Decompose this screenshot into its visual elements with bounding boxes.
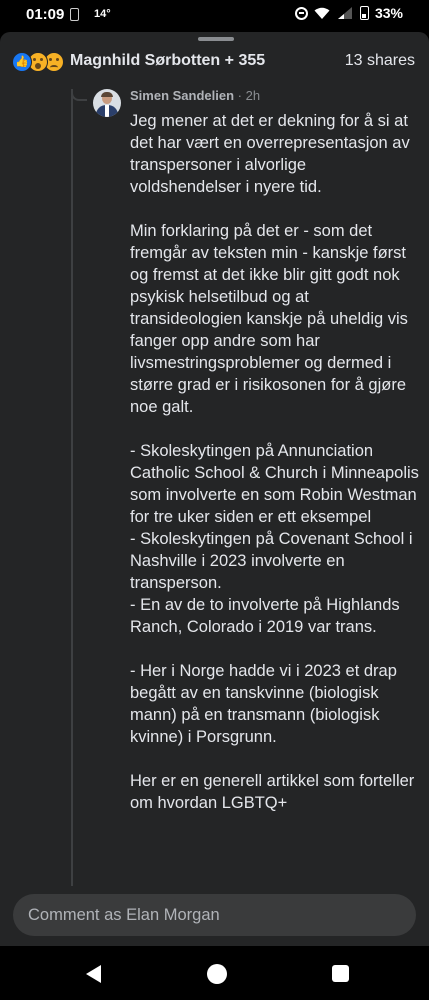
comment-header: Simen Sandelien · 2h: [130, 88, 260, 103]
battery-icon: [359, 6, 369, 20]
avatar-hair: [101, 92, 113, 97]
comments-sheet: 👍 Magnhild Sørbotten + 355 13 shares Sim…: [0, 32, 429, 946]
reaction-icons: 👍: [12, 51, 70, 72]
home-icon[interactable]: [207, 964, 227, 984]
comment-composer: [0, 886, 429, 946]
comment-input[interactable]: [13, 894, 416, 936]
comment-paragraph: Her er en generell artikkel som fortelle…: [130, 772, 415, 812]
avatar[interactable]: [93, 89, 121, 117]
list-item: - Skoleskytingen på Covenant School i Na…: [130, 530, 413, 592]
comment-paragraph: - Her i Norge hadde vi i 2023 et drap be…: [130, 662, 397, 746]
separator-dot: ·: [237, 88, 243, 103]
comment-time: 2h: [245, 88, 261, 103]
comment-list: - Skoleskytingen på Annunciation Catholi…: [130, 440, 420, 638]
comment-paragraph: Jeg mener at det er dekning for å si at …: [130, 112, 410, 196]
status-bar: 01:09 14° 33%: [0, 0, 429, 30]
recents-icon[interactable]: [332, 965, 349, 982]
list-item: - Skoleskytingen på Annunciation Catholi…: [130, 442, 419, 526]
reactors-label[interactable]: Magnhild Sørbotten + 355: [70, 52, 265, 70]
reply-connector: [71, 89, 87, 101]
avatar-shirt: [105, 105, 109, 117]
status-indicators: 33%: [294, 5, 403, 21]
comment-paragraph: Min forklaring på det er - som det fremg…: [130, 222, 408, 416]
shares-count[interactable]: 13 shares: [345, 52, 415, 70]
thread-line: [71, 89, 73, 946]
navigation-bar: [0, 946, 429, 1000]
battery-percent: 33%: [374, 5, 403, 21]
list-item: - En av de to involverte på Highlands Ra…: [130, 596, 400, 636]
status-temperature: 14°: [94, 8, 111, 20]
comment-body: Jeg mener at det er dekning for å si at …: [130, 110, 420, 836]
status-time: 01:09: [26, 6, 65, 23]
reaction-summary[interactable]: 👍 Magnhild Sørbotten + 355 13 shares: [12, 50, 415, 72]
sim-icon: [70, 8, 79, 21]
signal-icon: [337, 7, 352, 19]
comment-author[interactable]: Simen Sandelien: [130, 88, 234, 103]
like-icon: 👍: [12, 52, 32, 72]
back-icon[interactable]: [86, 965, 101, 983]
do-not-disturb-icon: [294, 6, 308, 20]
sheet-grab-handle[interactable]: [198, 37, 234, 41]
wifi-icon: [314, 7, 330, 19]
